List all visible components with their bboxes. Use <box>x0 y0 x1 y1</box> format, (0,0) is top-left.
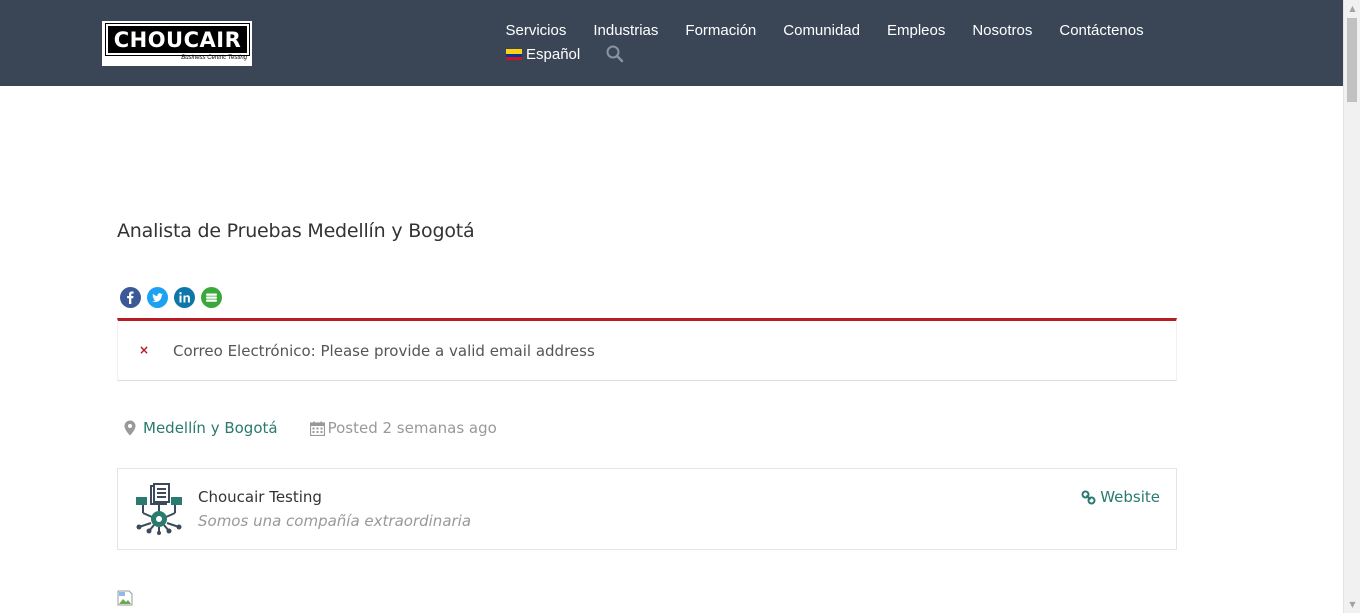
scroll-down-arrow-icon[interactable]: ▼ <box>1344 596 1360 613</box>
more-share-icon[interactable] <box>201 287 222 308</box>
language-switcher[interactable]: Español <box>506 44 580 64</box>
nav-item-empleos[interactable]: Empleos <box>873 21 958 41</box>
choucair-logo[interactable]: CHOUCAIR Business Centric Testing <box>102 21 252 66</box>
job-meta: Medellín y Bogotá Posted 2 semanas ago <box>124 417 497 439</box>
vertical-scrollbar[interactable]: ▲ ▼ <box>1343 0 1360 613</box>
company-website-link[interactable]: Website <box>1081 487 1160 507</box>
calendar-icon <box>309 421 325 436</box>
nav-item-contactenos[interactable]: Contáctenos <box>1046 21 1157 41</box>
logo-tagline: Business Centric Testing <box>181 55 247 61</box>
nav-item-servicios[interactable]: Servicios <box>492 21 580 41</box>
site-header: CHOUCAIR Business Centric Testing Servic… <box>0 0 1343 86</box>
linkedin-icon[interactable] <box>174 287 195 308</box>
company-name: Choucair Testing <box>198 488 322 506</box>
search-icon[interactable] <box>605 44 625 64</box>
job-location[interactable]: Medellín y Bogotá <box>124 419 278 437</box>
error-message: Correo Electrónico: Please provide a val… <box>173 342 595 360</box>
scroll-up-arrow-icon[interactable]: ▲ <box>1344 0 1360 17</box>
error-x-icon: × <box>139 343 150 357</box>
company-logo-icon <box>133 483 185 535</box>
main-nav: Servicios Industrias Formación Comunidad… <box>492 21 1157 41</box>
scrollbar-thumb[interactable] <box>1347 18 1357 102</box>
company-card: Choucair Testing Somos una compañía extr… <box>117 468 1177 550</box>
nav-item-formacion[interactable]: Formación <box>672 21 770 41</box>
facebook-icon[interactable] <box>120 287 141 308</box>
nav-item-nosotros[interactable]: Nosotros <box>959 21 1046 41</box>
share-buttons <box>120 287 222 308</box>
job-posted-label: Posted 2 semanas ago <box>327 419 497 437</box>
logo-text: CHOUCAIR <box>113 28 242 52</box>
map-pin-icon <box>124 420 136 436</box>
company-tagline: Somos una compañía extraordinaria <box>198 512 472 530</box>
link-icon <box>1081 490 1096 504</box>
job-posted-date: Posted 2 semanas ago <box>309 419 497 437</box>
colombia-flag-icon <box>506 48 522 60</box>
nav-item-comunidad[interactable]: Comunidad <box>770 21 874 41</box>
twitter-icon[interactable] <box>147 287 168 308</box>
job-location-label: Medellín y Bogotá <box>143 419 278 437</box>
nav-item-industrias[interactable]: Industrias <box>580 21 672 41</box>
broken-image-icon <box>117 590 133 606</box>
error-alert: × Correo Electrónico: Please provide a v… <box>117 318 1177 381</box>
company-website-label: Website <box>1100 488 1160 506</box>
job-title: Analista de Pruebas Medellín y Bogotá <box>117 220 475 242</box>
language-label: Español <box>526 45 581 63</box>
logo-box: CHOUCAIR <box>105 23 250 56</box>
